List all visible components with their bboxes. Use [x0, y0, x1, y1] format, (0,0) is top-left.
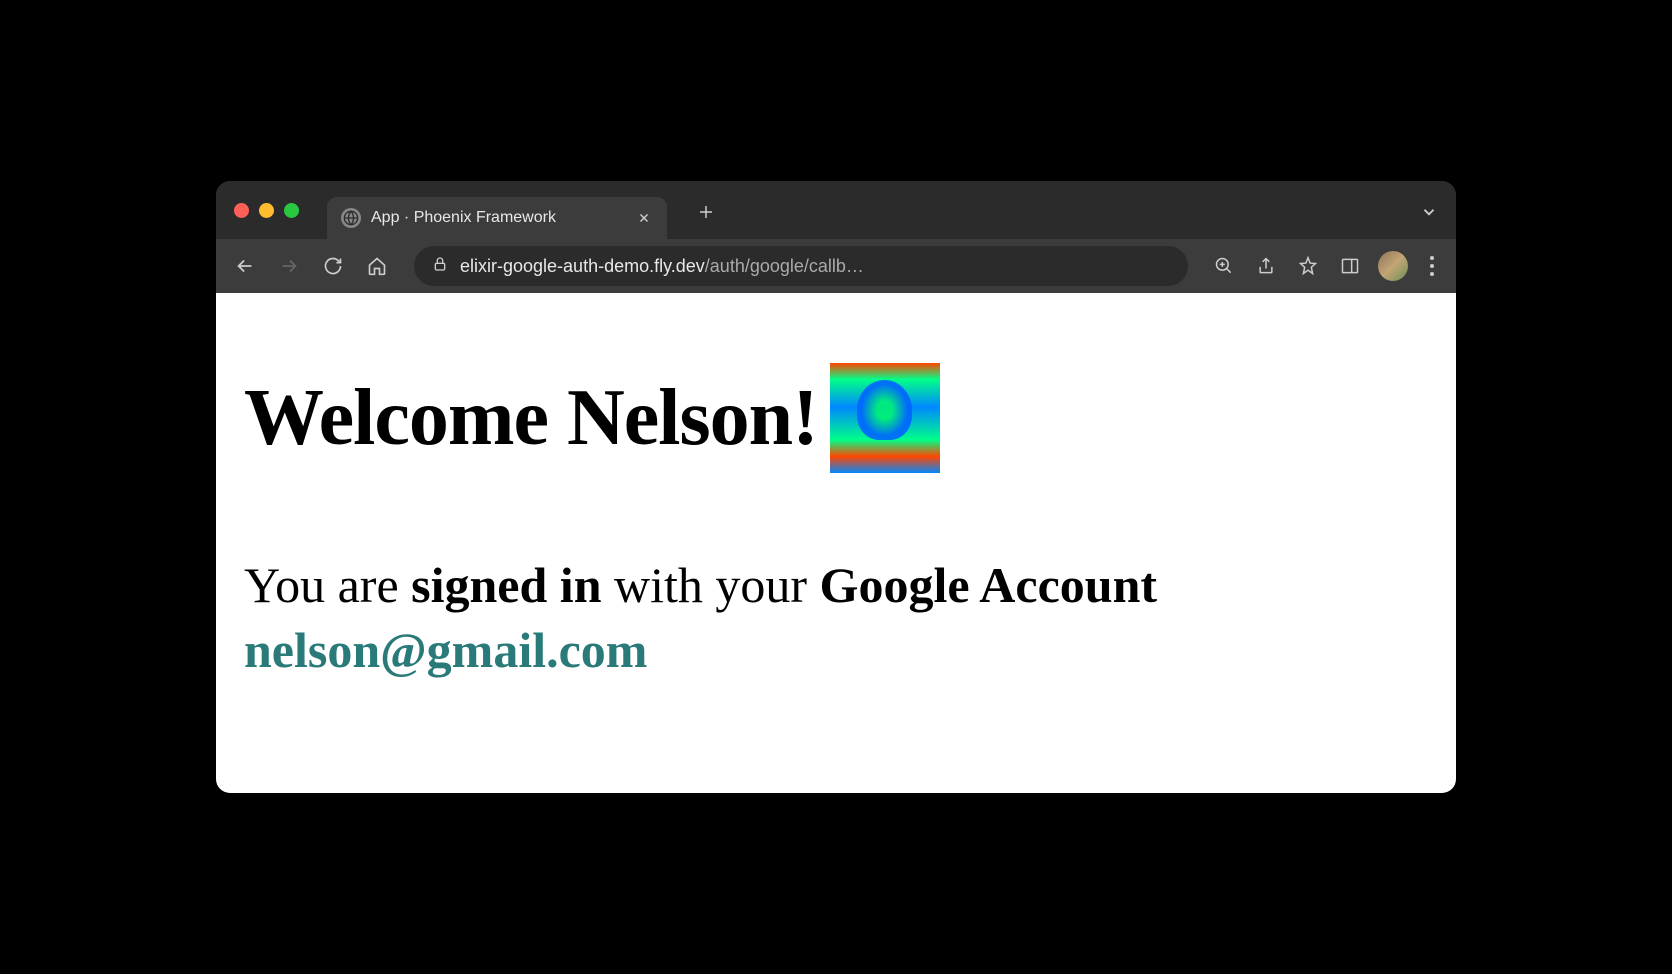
new-tab-button[interactable] — [697, 201, 715, 227]
status-line: You are signed in with your Google Accou… — [244, 553, 1428, 683]
side-panel-button[interactable] — [1336, 252, 1364, 280]
profile-avatar-button[interactable] — [1378, 251, 1408, 281]
address-bar[interactable]: elixir-google-auth-demo.fly.dev/auth/goo… — [414, 246, 1188, 286]
user-avatar-image — [830, 363, 940, 473]
lock-icon — [432, 256, 448, 277]
browser-window: App · Phoenix Framework — [216, 181, 1456, 793]
url-host: elixir-google-auth-demo.fly.dev — [460, 256, 705, 276]
home-button[interactable] — [362, 251, 392, 281]
menu-button[interactable] — [1422, 256, 1442, 276]
minimize-window-button[interactable] — [259, 203, 274, 218]
bookmark-button[interactable] — [1294, 252, 1322, 280]
tabs-dropdown-button[interactable] — [1420, 203, 1438, 226]
titlebar: App · Phoenix Framework — [216, 181, 1456, 239]
status-p3: with your — [602, 557, 820, 613]
user-email: nelson@gmail.com — [244, 622, 647, 678]
welcome-row: Welcome Nelson! — [244, 363, 1428, 473]
status-p1: You are — [244, 557, 411, 613]
user-name: Nelson — [567, 374, 792, 462]
window-controls — [234, 203, 299, 218]
url-text: elixir-google-auth-demo.fly.dev/auth/goo… — [460, 256, 1170, 277]
back-button[interactable] — [230, 251, 260, 281]
welcome-heading: Welcome Nelson! — [244, 373, 818, 464]
welcome-suffix: ! — [792, 374, 818, 462]
close-tab-button[interactable] — [635, 209, 653, 227]
welcome-prefix: Welcome — [244, 374, 567, 462]
reload-button[interactable] — [318, 251, 348, 281]
url-path: /auth/google/callb… — [705, 256, 864, 276]
browser-tab[interactable]: App · Phoenix Framework — [327, 197, 667, 239]
maximize-window-button[interactable] — [284, 203, 299, 218]
status-signed-in: signed in — [411, 557, 601, 613]
status-google-account: Google Account — [820, 557, 1157, 613]
browser-toolbar: elixir-google-auth-demo.fly.dev/auth/goo… — [216, 239, 1456, 293]
zoom-button[interactable] — [1210, 252, 1238, 280]
share-button[interactable] — [1252, 252, 1280, 280]
tab-title: App · Phoenix Framework — [371, 209, 625, 227]
globe-icon — [341, 208, 361, 228]
forward-button[interactable] — [274, 251, 304, 281]
close-window-button[interactable] — [234, 203, 249, 218]
page-content: Welcome Nelson! You are signed in with y… — [216, 293, 1456, 793]
